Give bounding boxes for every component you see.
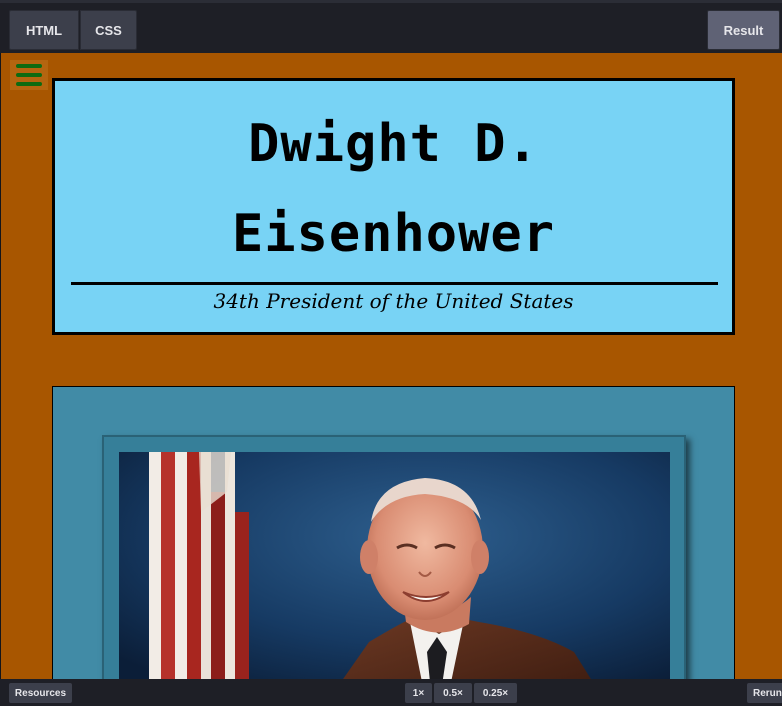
- result-preview: Dwight D. Eisenhower 34th President of t…: [0, 53, 782, 679]
- page-title-line-1: Dwight D.: [248, 114, 539, 174]
- menu-bar: [16, 82, 42, 86]
- tab-html[interactable]: HTML: [9, 10, 79, 50]
- title-card: Dwight D. Eisenhower 34th President of t…: [52, 78, 735, 335]
- photo-card: [52, 386, 735, 679]
- menu-bar: [16, 73, 42, 77]
- hamburger-menu-icon[interactable]: [10, 60, 48, 90]
- page-title: Dwight D. Eisenhower: [55, 99, 732, 279]
- title-divider: [71, 282, 718, 285]
- zoom-half-button[interactable]: 0.5×: [434, 683, 472, 703]
- menu-bar: [16, 64, 42, 68]
- photo-frame: [102, 435, 686, 679]
- page-title-line-2: Eisenhower: [231, 204, 556, 264]
- flag: [149, 452, 249, 679]
- zoom-1x-button[interactable]: 1×: [405, 683, 432, 703]
- tab-result[interactable]: Result: [707, 10, 780, 50]
- zoom-quarter-button[interactable]: 0.25×: [474, 683, 517, 703]
- page-subtitle: 34th President of the United States: [213, 289, 574, 313]
- editor-footer: Resources 1× 0.5× 0.25× Rerun: [0, 679, 782, 706]
- rerun-button[interactable]: Rerun: [747, 683, 782, 703]
- resources-button[interactable]: Resources: [9, 683, 72, 703]
- editor-toolbar: HTML CSS Result: [0, 0, 782, 53]
- tab-css[interactable]: CSS: [80, 10, 137, 50]
- portrait-image: [119, 452, 670, 679]
